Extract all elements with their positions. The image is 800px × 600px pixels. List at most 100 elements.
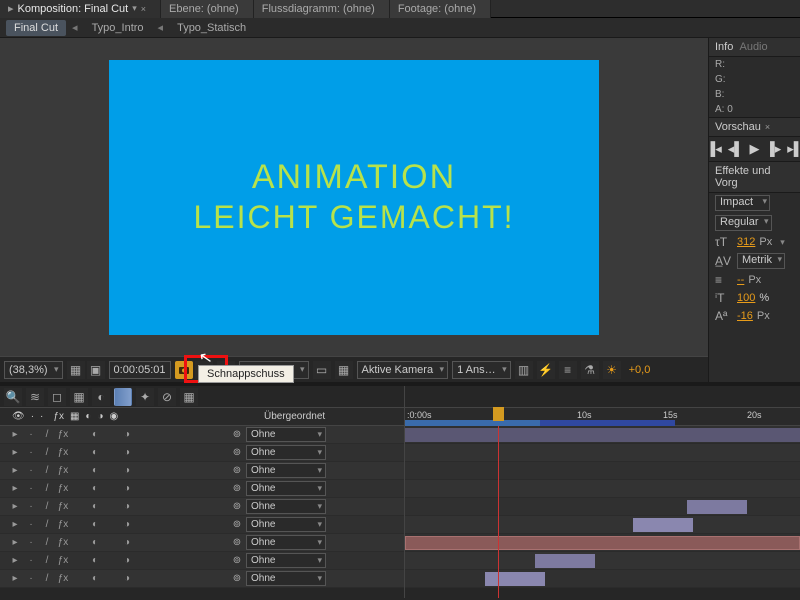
layer-row[interactable]: ▸·/ƒx◐◑ ⊚ Ohne	[0, 480, 404, 498]
parent-dropdown[interactable]: Ohne	[246, 517, 326, 532]
time-ruler[interactable]: :0:00s 10s 15s 20s	[405, 408, 800, 426]
layer-row[interactable]: ▸·/ƒx◐◑ ⊚ Ohne	[0, 444, 404, 462]
draft3d-icon[interactable]: ◻	[48, 388, 66, 406]
fontsize-value[interactable]: 312	[737, 236, 755, 248]
baseline-value[interactable]: -16	[737, 310, 753, 322]
layer-bar[interactable]	[633, 518, 693, 532]
camera-dropdown[interactable]: Aktive Kamera	[357, 361, 449, 379]
layer-bar[interactable]	[405, 428, 800, 442]
tab-dropdown-icon[interactable]: ▾	[132, 3, 137, 14]
tab-ebene[interactable]: Ebene: (ohne)	[161, 0, 254, 18]
breadcrumb-item[interactable]: Typo_Statisch	[169, 20, 254, 36]
track-row[interactable]	[405, 480, 800, 498]
next-frame-icon[interactable]: ▐▸	[766, 141, 782, 157]
brainstorm-icon[interactable]: ⚗	[581, 361, 599, 379]
font-family-dropdown[interactable]: Impact	[715, 195, 770, 211]
graph-editor-icon[interactable]	[114, 388, 132, 406]
tab-label[interactable]: Audio	[739, 41, 767, 53]
auto-keyframe-icon[interactable]: ⊘	[158, 388, 176, 406]
pixel-aspect-icon[interactable]: ▥	[515, 361, 533, 379]
parent-dropdown[interactable]: Ohne	[246, 427, 326, 442]
layer-row[interactable]: ▸·/ƒx◐◑ ⊚ Ohne	[0, 462, 404, 480]
tab-komposition[interactable]: Komposition: Final Cut ▾ ×	[0, 0, 161, 18]
vscale-value[interactable]: 100	[737, 292, 755, 304]
timeline-icon[interactable]: ≡	[559, 361, 577, 379]
layer-bar[interactable]	[405, 536, 800, 550]
parent-link-icon[interactable]: ⊚	[228, 537, 246, 548]
parent-dropdown[interactable]: Ohne	[246, 445, 326, 460]
transparency-grid-icon[interactable]: ▦	[335, 361, 353, 379]
current-timecode[interactable]: 0:00:05:01	[109, 361, 171, 379]
info-panel-tab[interactable]: Info Audio	[709, 38, 800, 57]
vorschau-panel-tab[interactable]: Vorschau×	[709, 118, 800, 137]
layer-row[interactable]: ▸·/ƒx◐◑ ⊚ Ohne	[0, 552, 404, 570]
frameblend-icon[interactable]: ▦	[70, 388, 88, 406]
close-icon[interactable]: ×	[141, 4, 146, 14]
layer-bar[interactable]	[687, 500, 747, 514]
roi-icon[interactable]: ▭	[313, 361, 331, 379]
track-row[interactable]	[405, 570, 800, 588]
layer-row[interactable]: ▸·/ƒx◐◑ ⊚ Ohne	[0, 498, 404, 516]
tab-flussdiagramm[interactable]: Flussdiagramm: (ohne)	[254, 0, 390, 18]
stepper-icon[interactable]: ▾	[780, 237, 785, 248]
play-icon[interactable]: ▶	[750, 141, 760, 157]
layer-row[interactable]: ▸·/ƒx◐◑ ⊚ Ohne	[0, 570, 404, 588]
parent-dropdown[interactable]: Ohne	[246, 571, 326, 586]
kerning-dropdown[interactable]: Metrik	[737, 253, 785, 269]
track-row[interactable]	[405, 534, 800, 552]
track-row[interactable]	[405, 552, 800, 570]
parent-dropdown[interactable]: Ohne	[246, 499, 326, 514]
layer-row[interactable]: ▸·/ƒx◐◑ ⊚ Ohne	[0, 534, 404, 552]
breadcrumb-item[interactable]: Final Cut	[6, 20, 66, 36]
font-style-dropdown[interactable]: Regular	[715, 215, 772, 231]
preview-area[interactable]: ANIMATION LEICHT GEMACHT!	[0, 38, 708, 356]
track-row[interactable]	[405, 444, 800, 462]
brainstorm-icon[interactable]: ✦	[136, 388, 154, 406]
track-row[interactable]	[405, 426, 800, 444]
current-time-indicator[interactable]	[498, 426, 499, 598]
parent-link-icon[interactable]: ⊚	[228, 501, 246, 512]
comp-mini-flow-icon[interactable]: ≋	[26, 388, 44, 406]
parent-link-icon[interactable]: ⊚	[228, 429, 246, 440]
tab-footage[interactable]: Footage: (ohne)	[390, 0, 491, 18]
track-row[interactable]	[405, 498, 800, 516]
motionblur-icon[interactable]: ◐	[92, 388, 110, 406]
exposure-value[interactable]: +0,0	[629, 364, 651, 376]
snapshot-button[interactable]	[175, 361, 193, 379]
parent-link-icon[interactable]: ⊚	[228, 519, 246, 530]
parent-link-icon[interactable]: ⊚	[228, 465, 246, 476]
exposure-icon[interactable]: ☀	[603, 361, 621, 379]
views-dropdown[interactable]: 1 Ans…	[452, 361, 511, 379]
parent-link-icon[interactable]: ⊚	[228, 573, 246, 584]
search-icon[interactable]: 🔍	[4, 388, 22, 406]
fast-preview-icon[interactable]: ⚡	[537, 361, 555, 379]
parent-dropdown[interactable]: Ohne	[246, 463, 326, 478]
parent-link-icon[interactable]: ⊚	[228, 555, 246, 566]
effects-panel-tab[interactable]: Effekte und Vorg	[709, 162, 800, 193]
layer-bar[interactable]	[535, 554, 595, 568]
last-frame-icon[interactable]: ▸▌	[787, 141, 800, 157]
track-row[interactable]	[405, 462, 800, 480]
snap-icon[interactable]: ▦	[180, 388, 198, 406]
parent-dropdown[interactable]: Ohne	[246, 535, 326, 550]
track-row[interactable]	[405, 516, 800, 534]
safezone-icon[interactable]: ▦	[67, 361, 85, 379]
breadcrumb-item[interactable]: Typo_Intro	[84, 20, 152, 36]
layer-bar[interactable]	[485, 572, 545, 586]
parent-link-icon[interactable]: ⊚	[228, 483, 246, 494]
tracking-value[interactable]: --	[737, 274, 744, 286]
playhead[interactable]	[493, 407, 504, 421]
lock-icon[interactable]: ·	[40, 411, 43, 422]
first-frame-icon[interactable]: ▐◂	[706, 141, 722, 157]
parent-dropdown[interactable]: Ohne	[246, 553, 326, 568]
prev-frame-icon[interactable]: ◂▌	[728, 141, 744, 157]
close-icon[interactable]: ×	[765, 122, 770, 132]
zoom-dropdown[interactable]: (38,3%)	[4, 361, 63, 379]
lock-icon[interactable]: ·	[31, 411, 34, 422]
parent-dropdown[interactable]: Ohne	[246, 481, 326, 496]
timeline-track-area[interactable]: :0:00s 10s 15s 20s	[405, 386, 800, 598]
mask-toggle-icon[interactable]: ▣	[87, 361, 105, 379]
parent-link-icon[interactable]: ⊚	[228, 447, 246, 458]
eye-icon[interactable]: 👁	[12, 411, 25, 422]
layer-row[interactable]: ▸·/ƒx◐◑ ⊚ Ohne	[0, 516, 404, 534]
